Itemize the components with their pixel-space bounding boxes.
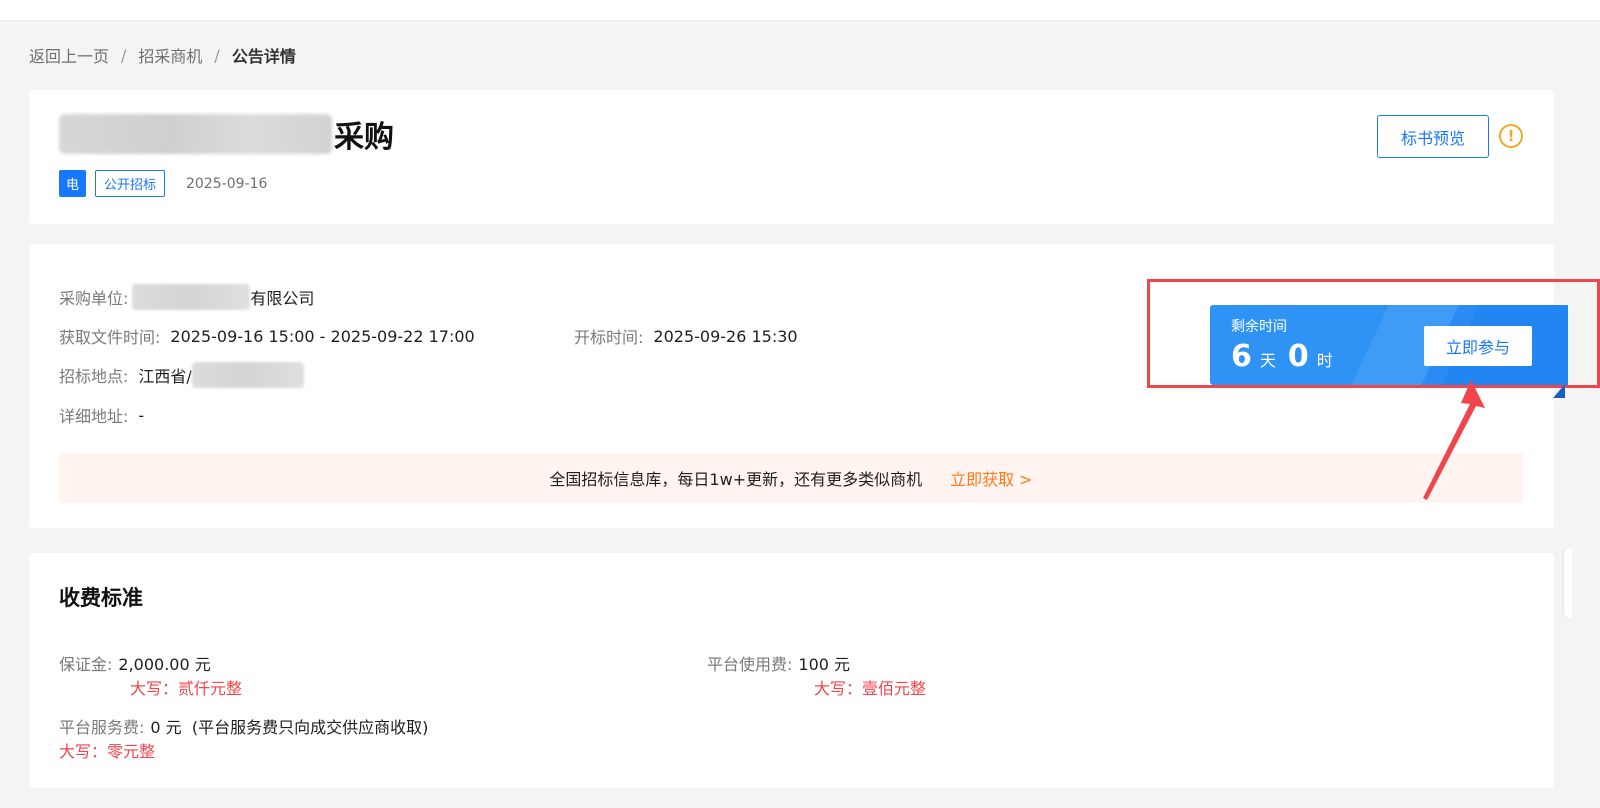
service-fee-label: 平台服务费: (59, 718, 145, 737)
days-number: 6 (1231, 339, 1252, 374)
ribbon-corner (1553, 384, 1565, 398)
tender-preview-button[interactable]: 标书预览 (1377, 115, 1489, 158)
doc-time-value: 2025-09-16 15:00 - 2025-09-22 17:00 (170, 326, 475, 346)
hours-number: 0 (1287, 339, 1309, 374)
tag-row: 电 公开招标 2025-09-16 (59, 170, 267, 197)
deposit-value: 2,000.00 元 (118, 655, 211, 674)
breadcrumb: 返回上一页 / 招采商机 / 公告详情 (29, 43, 296, 67)
days-unit: 天 (1259, 351, 1276, 370)
breadcrumb-back-link[interactable]: 返回上一页 (29, 43, 109, 67)
bid-method-tag: 公开招标 (95, 170, 166, 197)
location-row: 招标地点: 江西省/ (59, 362, 304, 388)
fee-standard-card: 收费标准 保证金: 2,000.00 元 大写：贰仟元整 平台使用费: 100 … (29, 553, 1554, 788)
announcement-header-card: 采购 电 公开招标 2025-09-16 标书预览 ! (29, 90, 1554, 224)
join-now-button[interactable]: 立即参与 (1424, 326, 1532, 366)
publish-date: 2025-09-16 (186, 175, 268, 192)
doc-time-label: 获取文件时间: (59, 328, 161, 347)
breadcrumb-separator: / (214, 45, 220, 65)
buyer-label: 采购单位: (59, 289, 129, 308)
title-suffix: 采购 (334, 120, 394, 155)
open-time-value: 2025-09-26 15:30 (653, 326, 798, 346)
buyer-suffix: 有限公司 (250, 289, 315, 308)
address-row: 详细地址: - (59, 402, 144, 428)
location-prefix: 江西省/ (138, 367, 192, 386)
open-time-row: 开标时间: 2025-09-26 15:30 (574, 323, 798, 349)
countdown-panel: 剩余时间 6 天 0 时 立即参与 (1210, 305, 1568, 385)
promo-text: 全国招标信息库，每日1w+更新，还有更多类似商机 (549, 470, 923, 489)
service-fee-row: 平台服务费: 0 元 (平台服务费只向成交供应商收取) (59, 714, 428, 738)
service-fee-value: 0 元 (平台服务费只向成交供应商收取) (150, 718, 429, 737)
fee-section-title: 收费标准 (59, 586, 143, 610)
breadcrumb-parent-link[interactable]: 招采商机 (138, 43, 202, 67)
location-label: 招标地点: (59, 367, 129, 386)
platform-use-value: 100 元 (798, 655, 851, 674)
breadcrumb-separator: / (121, 45, 127, 65)
service-fee-caps: 大写：零元整 (59, 742, 156, 761)
doc-time-row: 获取文件时间: 2025-09-16 15:00 - 2025-09-22 17… (59, 323, 475, 349)
platform-use-row: 平台使用费: 100 元 (707, 651, 850, 675)
side-drawer-handle[interactable] (1564, 548, 1572, 618)
promo-banner: 全国招标信息库，每日1w+更新，还有更多类似商机 立即获取 > (59, 453, 1523, 503)
platform-use-label: 平台使用费: (707, 655, 793, 674)
top-bar (0, 0, 1600, 20)
electronic-tag: 电 (59, 170, 86, 197)
hours-unit: 时 (1316, 351, 1333, 370)
address-label: 详细地址: (59, 407, 129, 426)
breadcrumb-current: 公告详情 (231, 47, 296, 66)
deposit-caps: 大写：贰仟元整 (130, 679, 243, 698)
deposit-row: 保证金: 2,000.00 元 (59, 651, 211, 675)
promo-get-now-link[interactable]: 立即获取 > (950, 466, 1033, 490)
page-title: 采购 (59, 112, 394, 156)
warning-icon[interactable]: ! (1499, 124, 1523, 148)
annotation-arrow-icon (1423, 380, 1485, 500)
buyer-row: 采购单位: 有限公司 (59, 284, 314, 310)
open-time-label: 开标时间: (574, 328, 644, 347)
redacted-title-block (59, 114, 332, 154)
remaining-time-label: 剩余时间 (1231, 319, 1287, 335)
remaining-time-value: 6 天 0 时 (1231, 339, 1345, 374)
deposit-label: 保证金: (59, 655, 113, 674)
platform-use-caps: 大写：壹佰元整 (814, 679, 927, 698)
address-value: - (138, 405, 145, 425)
redacted-buyer-name (132, 284, 251, 310)
redacted-location (191, 362, 304, 388)
